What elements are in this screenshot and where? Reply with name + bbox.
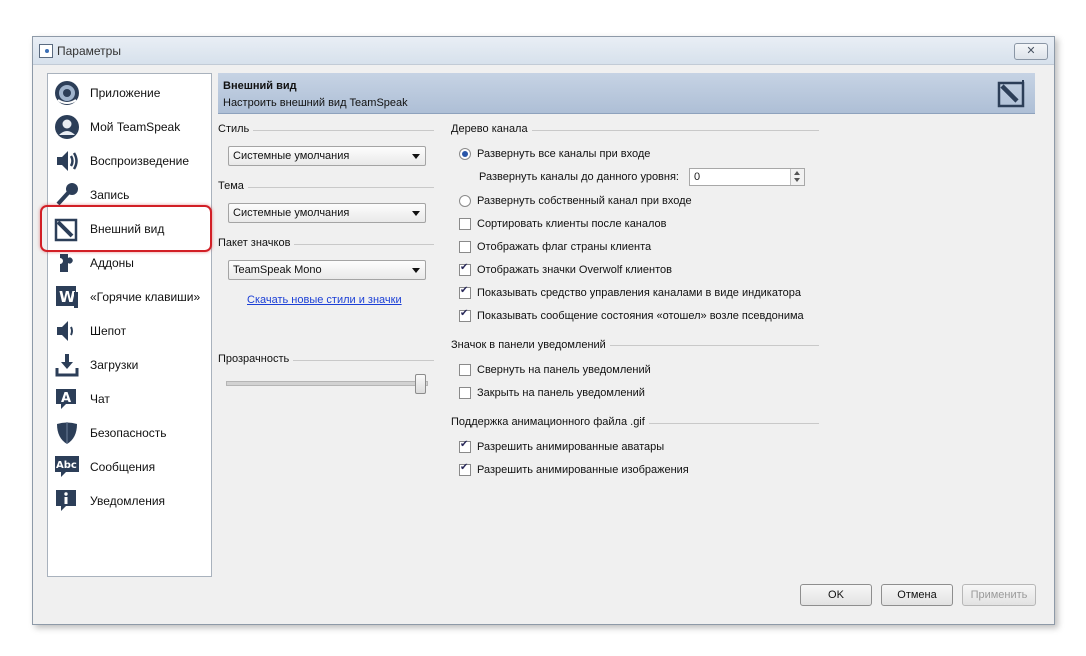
sidebar-item-application[interactable]: Приложение: [48, 76, 211, 110]
page-subtitle: Настроить внешний вид TeamSpeak: [223, 97, 408, 109]
expand-level-value: 0: [694, 171, 701, 183]
chevron-down-icon: [412, 268, 420, 273]
sidebar-item-label: Воспроизведение: [90, 154, 190, 168]
transparency-label: Прозрачность: [218, 353, 294, 365]
gif-label: Поддержка анимационного файла .gif: [451, 416, 649, 428]
chevron-down-icon: [412, 211, 420, 216]
close-to-tray-checkbox[interactable]: [459, 387, 471, 399]
spin-up-icon[interactable]: [794, 171, 800, 175]
sidebar-item-label: Шепот: [90, 324, 127, 338]
download-styles-link[interactable]: Скачать новые стили и значки: [247, 294, 402, 306]
country-flag-label: Отображать флаг страны клиента: [477, 241, 652, 253]
page-title: Внешний вид: [223, 80, 297, 92]
page-header: Внешний вид Настроить внешний вид TeamSp…: [218, 73, 1035, 114]
window-title: Параметры: [57, 44, 121, 58]
spin-buttons[interactable]: [790, 169, 804, 185]
sort-clients-checkbox[interactable]: [459, 218, 471, 230]
sidebar-item-label: Загрузки: [90, 358, 139, 372]
close-button[interactable]: ✕: [1014, 43, 1048, 60]
away-status-label: Показывать сообщение состояния «отошел» …: [477, 310, 804, 322]
minimize-to-tray-checkbox[interactable]: [459, 364, 471, 376]
country-flag-checkbox[interactable]: [459, 241, 471, 253]
divider: [218, 187, 434, 188]
iconpack-label: Пакет значков: [218, 237, 295, 249]
appearance-icon: [997, 80, 1025, 108]
theme-label: Тема: [218, 180, 248, 192]
sidebar-item-chat[interactable]: A Чат: [48, 382, 211, 416]
title-bar: Параметры ✕: [33, 37, 1054, 65]
download-icon: [55, 354, 79, 377]
sidebar-item-label: Сообщения: [90, 460, 156, 474]
expand-own-label: Развернуть собственный канал при входе: [477, 195, 692, 207]
sidebar-item-label: Мой TeamSpeak: [90, 120, 181, 134]
spin-down-icon[interactable]: [794, 178, 800, 182]
svg-text:A: A: [61, 391, 71, 406]
sidebar-item-label: Уведомления: [90, 494, 166, 508]
sidebar-item-notifications[interactable]: Уведомления: [48, 484, 211, 518]
apply-button[interactable]: Применить: [962, 584, 1036, 606]
channel-indicator-checkbox[interactable]: [459, 285, 471, 299]
sidebar-item-label: Запись: [90, 188, 130, 202]
tray-label: Значок в панели уведомлений: [451, 339, 610, 351]
sidebar: Приложение Мой TeamSpeak Воспроизведение…: [47, 73, 212, 577]
expand-level-spinbox[interactable]: 0: [689, 168, 805, 186]
settings-window: Параметры ✕ Приложение Мой TeamSpeak Вос…: [32, 36, 1055, 625]
sort-clients-label: Сортировать клиенты после каналов: [477, 218, 667, 230]
sidebar-item-playback[interactable]: Воспроизведение: [48, 144, 211, 178]
style-label: Стиль: [218, 123, 254, 135]
expand-own-radio[interactable]: [459, 195, 471, 207]
ok-button[interactable]: OK: [800, 584, 872, 606]
expand-level-label: Развернуть каналы до данного уровня:: [479, 171, 679, 183]
svg-text:Abc: Abc: [56, 460, 77, 471]
sidebar-item-downloads[interactable]: Загрузки: [48, 348, 211, 382]
animated-images-checkbox[interactable]: [459, 462, 471, 476]
channel-indicator-label: Показывать средство управления каналами …: [477, 287, 801, 299]
speaker-icon: [57, 151, 78, 171]
transparency-slider-thumb[interactable]: [415, 374, 426, 394]
sidebar-item-security[interactable]: Безопасность: [48, 416, 211, 450]
expand-all-label: Развернуть все каналы при входе: [477, 148, 651, 160]
overwolf-icons-checkbox[interactable]: [459, 262, 471, 276]
chat-icon: A: [56, 389, 76, 409]
shield-icon: [57, 422, 77, 444]
keyboard-w-icon: W: [56, 286, 78, 308]
iconpack-select-value: TeamSpeak Mono: [233, 264, 322, 276]
sidebar-item-label: Приложение: [90, 86, 161, 100]
sidebar-item-label: Аддоны: [90, 256, 134, 270]
cancel-button[interactable]: Отмена: [881, 584, 953, 606]
sidebar-item-label: Чат: [90, 392, 110, 406]
style-select-value: Системные умолчания: [233, 150, 350, 162]
minimize-to-tray-label: Свернуть на панель уведомлений: [477, 364, 651, 376]
close-to-tray-label: Закрыть на панель уведомлений: [477, 387, 645, 399]
puzzle-icon: [60, 254, 73, 272]
animated-images-label: Разрешить анимированные изображения: [477, 464, 689, 476]
away-status-checkbox[interactable]: [459, 308, 471, 322]
settings-window-icon: [39, 44, 53, 58]
sidebar-item-messages[interactable]: Abc Сообщения: [48, 450, 211, 484]
theme-select[interactable]: Системные умолчания: [228, 203, 426, 223]
theme-select-value: Системные умолчания: [233, 207, 350, 219]
svg-text:W: W: [59, 288, 76, 306]
teamspeak-logo-icon: [55, 81, 79, 105]
sidebar-item-label: «Горячие клавиши»: [90, 290, 201, 304]
overwolf-icons-label: Отображать значки Overwolf клиентов: [477, 264, 672, 276]
info-icon: [56, 490, 76, 511]
style-select[interactable]: Системные умолчания: [228, 146, 426, 166]
transparency-slider-track[interactable]: [226, 381, 428, 386]
animated-avatars-checkbox[interactable]: [459, 439, 471, 453]
chevron-down-icon: [412, 154, 420, 159]
channel-tree-label: Дерево канала: [451, 123, 532, 135]
sidebar-item-my-teamspeak[interactable]: Мой TeamSpeak: [48, 110, 211, 144]
sidebar-item-label: Безопасность: [90, 426, 167, 440]
abc-message-icon: Abc: [55, 456, 79, 477]
sidebar-item-hotkeys[interactable]: W «Горячие клавиши»: [48, 280, 211, 314]
iconpack-select[interactable]: TeamSpeak Mono: [228, 260, 426, 280]
user-profile-icon: [55, 115, 79, 139]
animated-avatars-label: Разрешить анимированные аватары: [477, 441, 665, 453]
selection-highlight: [40, 205, 212, 252]
whisper-icon: [57, 321, 73, 341]
expand-all-radio[interactable]: [459, 148, 471, 160]
sidebar-item-whisper[interactable]: Шепот: [48, 314, 211, 348]
